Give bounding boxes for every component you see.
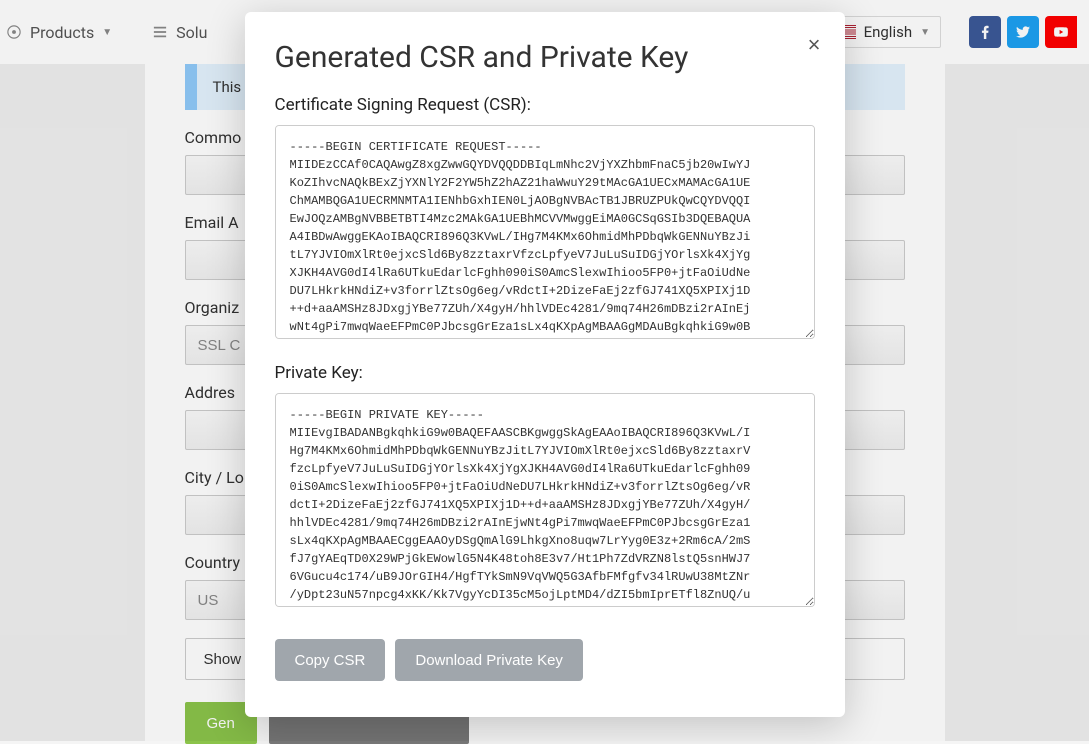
csr-label: Certificate Signing Request (CSR):	[275, 95, 815, 115]
download-private-key-label: Download Private Key	[415, 652, 563, 669]
download-private-key-button[interactable]: Download Private Key	[395, 639, 583, 681]
close-button[interactable]: ×	[808, 32, 821, 58]
modal-backdrop[interactable]: × Generated CSR and Private Key Certific…	[0, 0, 1089, 741]
csr-textarea[interactable]	[275, 125, 815, 339]
private-key-label: Private Key:	[275, 363, 815, 383]
copy-csr-label: Copy CSR	[295, 652, 366, 669]
modal-title: Generated CSR and Private Key	[275, 40, 815, 75]
private-key-textarea[interactable]	[275, 393, 815, 607]
modal-action-row: Copy CSR Download Private Key	[275, 639, 815, 681]
csr-result-modal: × Generated CSR and Private Key Certific…	[245, 12, 845, 717]
close-icon: ×	[808, 32, 821, 57]
copy-csr-button[interactable]: Copy CSR	[275, 639, 386, 681]
